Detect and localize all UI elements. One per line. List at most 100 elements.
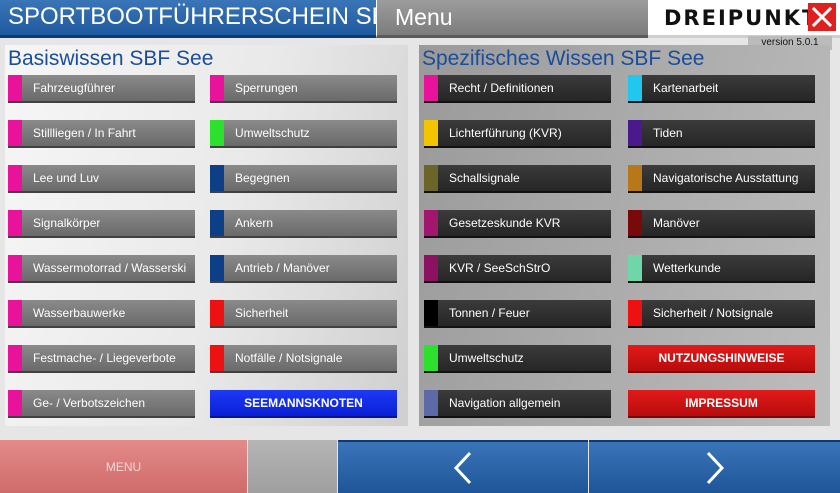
topic-color-marker xyxy=(8,255,22,281)
topic-button-kartenarbeit[interactable]: Kartenarbeit xyxy=(628,75,815,103)
topic-button-umweltschutz[interactable]: Umweltschutz xyxy=(424,345,611,373)
topic-label: Lichterführung (KVR) xyxy=(449,126,562,140)
topic-label: Umweltschutz xyxy=(235,126,310,140)
topic-label: Begegnen xyxy=(235,171,290,185)
topic-button-wasserbauwerke[interactable]: Wasserbauwerke xyxy=(8,300,195,328)
topic-button-kvr-seeschstro[interactable]: KVR / SeeSchStrO xyxy=(424,255,611,283)
topic-label: Festmache- / Liegeverbote xyxy=(33,351,176,365)
topic-color-marker xyxy=(628,75,642,101)
topic-button-tiden[interactable]: Tiden xyxy=(628,120,815,148)
seemannsknoten-label: SEEMANNSKNOTEN xyxy=(244,396,363,410)
spezifisches-wissen-panel: Spezifisches Wissen SBF See Recht / Defi… xyxy=(419,45,830,426)
topic-label: Sperrungen xyxy=(235,81,298,95)
topic-button-lichterfuehrung-kvr[interactable]: Lichterführung (KVR) xyxy=(424,120,611,148)
topic-label: Antrieb / Manöver xyxy=(235,261,330,275)
basiswissen-panel: Basiswissen SBF See Fahrzeugführer Stilll… xyxy=(5,45,408,426)
topic-label: Umweltschutz xyxy=(449,351,524,365)
topic-button-stillliegen-in-fahrt[interactable]: Stillliegen / In Fahrt xyxy=(8,120,195,148)
topic-button-lee-und-luv[interactable]: Lee und Luv xyxy=(8,165,195,193)
topic-label: Tonnen / Feuer xyxy=(449,306,530,320)
topic-color-marker xyxy=(8,300,22,326)
nutzungshinweise-button[interactable]: NUTZUNGSHINWEISE xyxy=(628,345,815,373)
topic-color-marker xyxy=(210,120,224,146)
topic-button-wassermotorrad-wasserski[interactable]: Wassermotorrad / Wasserski xyxy=(8,255,195,283)
topic-label: Kartenarbeit xyxy=(653,81,719,95)
previous-button[interactable] xyxy=(338,440,588,493)
logo-area: DREIPUNKT xyxy=(648,0,840,38)
app-title: SPORTBOOTFÜHRERSCHEIN SEE xyxy=(0,0,376,38)
app-window: SPORTBOOTFÜHRERSCHEIN SEE Menu DREIPUNKT… xyxy=(0,0,840,493)
topic-button-navigation-allgemein[interactable]: Navigation allgemein xyxy=(424,390,611,418)
topic-color-marker xyxy=(8,210,22,236)
impressum-button[interactable]: IMPRESSUM xyxy=(628,390,815,418)
topic-button-navigatorische-ausstattung[interactable]: Navigatorische Ausstattung xyxy=(628,165,815,193)
topic-color-marker xyxy=(8,390,22,416)
topic-label: Fahrzeugführer xyxy=(33,81,116,95)
topic-color-marker xyxy=(628,120,642,146)
topic-button-sperrungen[interactable]: Sperrungen xyxy=(210,75,397,103)
topic-color-marker xyxy=(8,165,22,191)
topic-button-ankern[interactable]: Ankern xyxy=(210,210,397,238)
topic-label: Recht / Definitionen xyxy=(449,81,554,95)
topic-label: Wassermotorrad / Wasserski xyxy=(33,261,187,275)
menu-title: Menu xyxy=(376,0,648,38)
spezifisches-wissen-title: Spezifisches Wissen SBF See xyxy=(422,47,705,70)
topic-label: Sicherheit / Notsignale xyxy=(653,306,774,320)
topic-color-marker xyxy=(210,345,224,371)
topic-button-wetterkunde[interactable]: Wetterkunde xyxy=(628,255,815,283)
topic-label: Tiden xyxy=(653,126,683,140)
menu-button-label: MENU xyxy=(105,459,142,474)
impressum-label: IMPRESSUM xyxy=(685,396,758,410)
topic-button-begegnen[interactable]: Begegnen xyxy=(210,165,397,193)
topic-label: Gesetzeskunde KVR xyxy=(449,216,561,230)
topic-button-tonnen-feuer[interactable]: Tonnen / Feuer xyxy=(424,300,611,328)
topic-label: Ankern xyxy=(235,216,274,230)
topic-button-schallsignale[interactable]: Schallsignale xyxy=(424,165,611,193)
topic-color-marker xyxy=(424,300,438,326)
topic-color-marker xyxy=(8,75,22,101)
basiswissen-title: Basiswissen SBF See xyxy=(8,47,214,70)
next-button[interactable] xyxy=(589,440,840,493)
close-icon xyxy=(811,6,833,28)
topic-color-marker xyxy=(8,345,22,371)
dreipunkt-logo: DREIPUNKT xyxy=(664,6,819,30)
topic-color-marker xyxy=(210,210,224,236)
topic-color-marker xyxy=(628,255,642,281)
topic-label: KVR / SeeSchStrO xyxy=(449,261,551,275)
topic-button-signalkoerper[interactable]: Signalkörper xyxy=(8,210,195,238)
chevron-left-icon xyxy=(453,451,472,484)
topic-color-marker xyxy=(210,300,224,326)
topic-button-manoever[interactable]: Manöver xyxy=(628,210,815,238)
topic-color-marker xyxy=(424,75,438,101)
topic-color-marker xyxy=(424,255,438,281)
topic-color-marker xyxy=(628,300,642,326)
topic-button-umweltschutz[interactable]: Umweltschutz xyxy=(210,120,397,148)
topic-button-fahrzeugfuehrer[interactable]: Fahrzeugführer xyxy=(8,75,195,103)
topic-button-notfaelle-notsignale[interactable]: Notfälle / Notsignale xyxy=(210,345,397,373)
topic-button-festmache-liegeverbote[interactable]: Festmache- / Liegeverbote xyxy=(8,345,195,373)
topic-color-marker xyxy=(424,210,438,236)
topic-label: Wasserbauwerke xyxy=(33,306,126,320)
topic-button-sicherheit[interactable]: Sicherheit xyxy=(210,300,397,328)
chevron-right-icon xyxy=(706,451,724,484)
topic-button-gesetzeskunde-kvr[interactable]: Gesetzeskunde KVR xyxy=(424,210,611,238)
topic-color-marker xyxy=(628,210,642,236)
menu-button[interactable]: MENU xyxy=(0,440,247,493)
topic-button-sicherheit-notsignale[interactable]: Sicherheit / Notsignale xyxy=(628,300,815,328)
topic-button-recht-definitionen[interactable]: Recht / Definitionen xyxy=(424,75,611,103)
topic-button-antrieb-manoever[interactable]: Antrieb / Manöver xyxy=(210,255,397,283)
topic-color-marker xyxy=(424,120,438,146)
topic-label: Wetterkunde xyxy=(653,261,721,275)
seemannsknoten-button[interactable]: SEEMANNSKNOTEN xyxy=(210,390,397,418)
topic-button-ge-verbotszeichen[interactable]: Ge- / Verbotszeichen xyxy=(8,390,195,418)
nutzungshinweise-label: NUTZUNGSHINWEISE xyxy=(658,351,785,365)
topic-color-marker xyxy=(628,165,642,191)
topic-color-marker xyxy=(210,255,224,281)
topic-color-marker xyxy=(424,390,438,416)
topic-label: Navigation allgemein xyxy=(449,396,561,410)
topic-label: Sicherheit xyxy=(235,306,289,320)
topic-color-marker xyxy=(210,75,224,101)
topic-label: Manöver xyxy=(653,216,700,230)
topic-label: Ge- / Verbotszeichen xyxy=(33,396,146,410)
close-button[interactable] xyxy=(808,3,836,31)
